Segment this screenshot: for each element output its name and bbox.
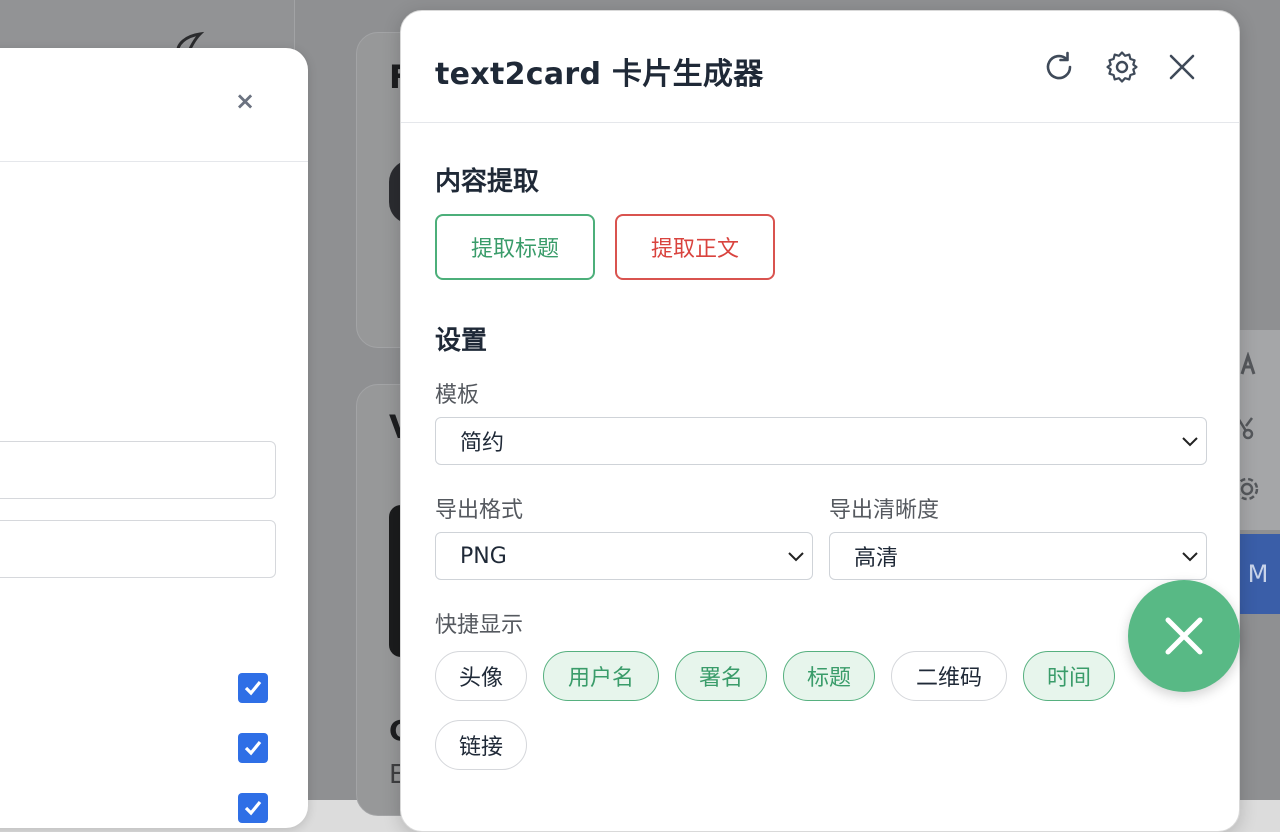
- chip-username[interactable]: 用户名: [543, 651, 659, 701]
- export-quality-select-value: 高清: [854, 546, 899, 571]
- close-icon[interactable]: ×: [234, 89, 256, 113]
- background-action-button: M: [1236, 534, 1280, 614]
- section-title-extract: 内容提取: [435, 167, 540, 197]
- chip-signature[interactable]: 署名: [675, 651, 767, 701]
- dialog-title: text2card 卡片生成器: [435, 57, 764, 92]
- text2card-dialog: text2card 卡片生成器 内容提取 提取标题 提取正文 设置 模板 简约 …: [400, 10, 1240, 832]
- checkmark-icon: [244, 740, 262, 756]
- header-divider: [401, 122, 1239, 123]
- template-label: 模板: [435, 383, 480, 408]
- chip-time[interactable]: 时间: [1023, 651, 1115, 701]
- quick-display-label: 快捷显示: [435, 613, 524, 638]
- chevron-down-icon: [788, 552, 804, 562]
- chip-qrcode[interactable]: 二维码: [891, 651, 1007, 701]
- gear-icon[interactable]: [1104, 49, 1140, 85]
- section-title-settings: 设置: [435, 326, 488, 356]
- checkbox[interactable]: [238, 673, 268, 703]
- checkmark-icon: [244, 800, 262, 816]
- chip-title[interactable]: 标题: [783, 651, 875, 701]
- left-settings-panel: ×: [0, 48, 308, 828]
- chip-avatar[interactable]: 头像: [435, 651, 527, 701]
- close-icon: [1165, 617, 1203, 655]
- template-select-value: 简约: [460, 431, 505, 456]
- export-quality-label: 导出清晰度: [829, 498, 940, 523]
- text-input[interactable]: [0, 441, 276, 499]
- close-icon[interactable]: [1164, 49, 1200, 85]
- refresh-icon[interactable]: [1041, 49, 1077, 85]
- export-format-select-value: PNG: [460, 543, 507, 569]
- export-format-label: 导出格式: [435, 498, 524, 523]
- chevron-down-icon: [1182, 552, 1198, 562]
- checkmark-icon: [244, 680, 262, 696]
- chip-link[interactable]: 链接: [435, 720, 527, 770]
- chevron-down-icon: [1182, 437, 1198, 447]
- extract-title-button[interactable]: 提取标题: [435, 214, 595, 280]
- floating-close-button[interactable]: [1128, 580, 1240, 692]
- export-quality-select[interactable]: 高清: [829, 532, 1207, 580]
- checkbox[interactable]: [238, 793, 268, 823]
- export-format-select[interactable]: PNG: [435, 532, 813, 580]
- template-select[interactable]: 简约: [435, 417, 1207, 465]
- extract-body-button[interactable]: 提取正文: [615, 214, 775, 280]
- text-input[interactable]: [0, 520, 276, 578]
- checkbox[interactable]: [238, 733, 268, 763]
- panel-divider: [0, 161, 308, 162]
